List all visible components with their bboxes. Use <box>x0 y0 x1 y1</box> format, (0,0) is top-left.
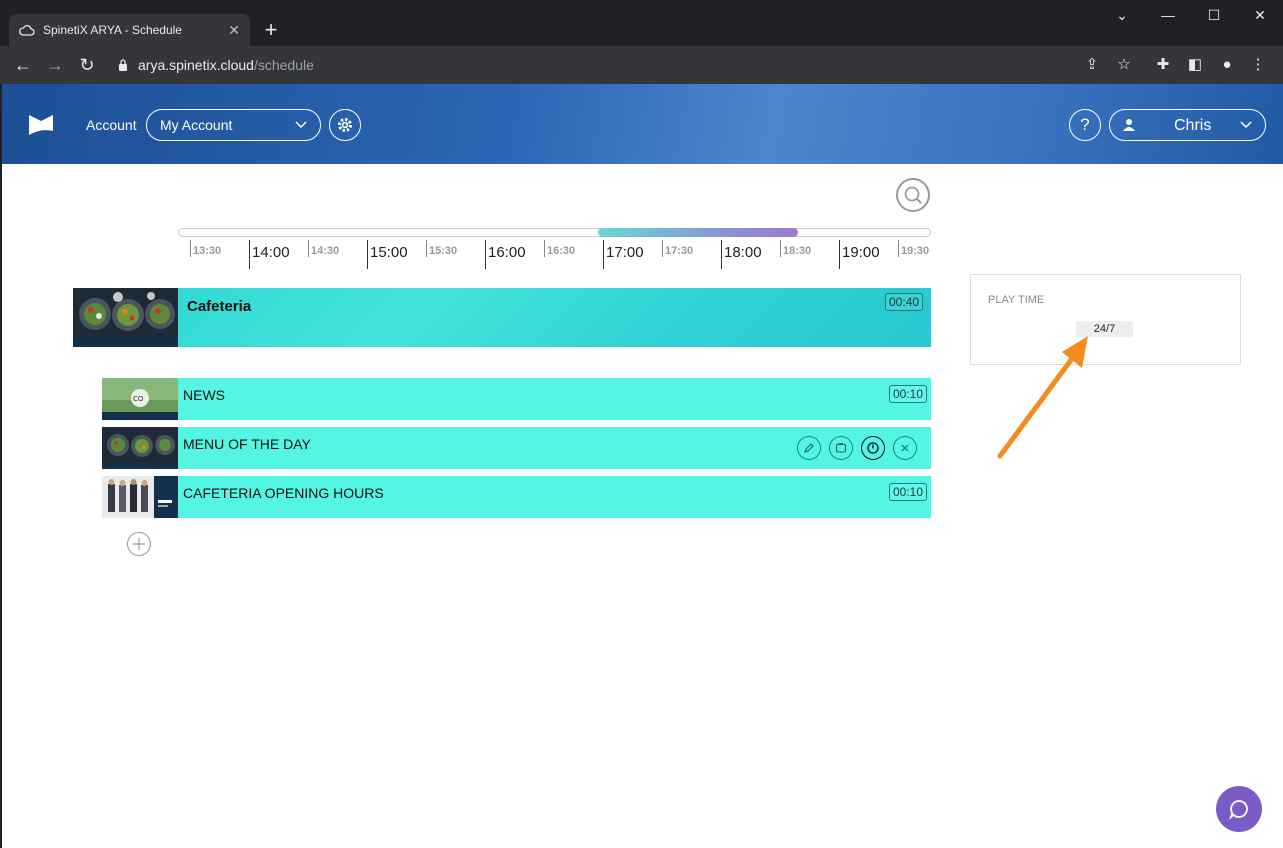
settings-button[interactable] <box>329 109 361 141</box>
tick-minor <box>662 240 663 257</box>
browser-tabbar: SpinetiX ARYA - Schedule ✕ + ⌄ — ☐ ✕ <box>0 0 1283 46</box>
side-panel-icon[interactable]: ◧ <box>1186 56 1204 74</box>
url-host: arya.spinetix.cloud <box>138 57 254 73</box>
item-duration: 00:10 <box>888 483 927 501</box>
duration-button[interactable] <box>861 436 885 460</box>
extensions-icon[interactable]: ✚ <box>1154 56 1172 74</box>
minimize-icon[interactable]: — <box>1145 0 1191 30</box>
item-actions <box>797 436 917 460</box>
tick-minor <box>190 240 191 257</box>
tab-search-icon[interactable]: ⌄ <box>1099 0 1145 30</box>
lock-icon <box>119 59 127 71</box>
search-icon <box>904 186 922 204</box>
tick-label: 14:00 <box>252 244 290 261</box>
play-time-label: PLAY TIME <box>988 294 1045 306</box>
zoom-search-button[interactable] <box>896 178 930 212</box>
tick-label: 17:30 <box>665 245 694 257</box>
tick-label: 16:00 <box>488 244 526 261</box>
menu-kebab-icon[interactable]: ⋮ <box>1249 56 1267 74</box>
tick-label: 17:00 <box>606 244 644 261</box>
tick-label: 19:00 <box>842 244 880 261</box>
chevron-down-icon <box>295 121 307 129</box>
close-icon <box>901 444 909 452</box>
playlist-thumbnail <box>73 288 178 347</box>
url-path: /schedule <box>253 57 314 73</box>
maximize-icon[interactable]: ☐ <box>1191 0 1237 30</box>
chat-button[interactable] <box>1216 786 1262 832</box>
pencil-icon <box>804 443 814 453</box>
arya-logo[interactable] <box>27 111 55 139</box>
tick-minor <box>544 240 545 257</box>
chevron-down-icon <box>1240 121 1252 129</box>
account-label: Account <box>86 117 137 133</box>
bookmark-star-icon[interactable]: ☆ <box>1115 56 1133 74</box>
edit-button[interactable] <box>797 436 821 460</box>
plus-icon <box>133 538 145 550</box>
schedule-main: 13:30 14:00 14:30 15:00 15:30 16:00 16:3… <box>2 164 1283 848</box>
tab-title: SpinetiX ARYA - Schedule <box>43 23 182 37</box>
address-bar[interactable]: arya.spinetix.cloud/schedule <box>108 51 1144 79</box>
help-button[interactable]: ? <box>1069 109 1101 141</box>
tick-minor <box>308 240 309 257</box>
list-item[interactable]: CAFETERIA OPENING HOURS 00:10 <box>102 476 931 518</box>
item-thumbnail <box>102 427 178 469</box>
tick-label: 15:30 <box>429 245 458 257</box>
app-header: Account My Account ? Chris <box>2 84 1283 164</box>
tick-label: 14:30 <box>311 245 340 257</box>
tab-close-icon[interactable]: ✕ <box>228 22 240 39</box>
timeline-scrollbar[interactable] <box>178 228 931 237</box>
item-title: MENU OF THE DAY <box>183 436 311 452</box>
close-window-icon[interactable]: ✕ <box>1237 0 1283 30</box>
annotation-arrow-icon <box>997 336 1088 459</box>
playlist-title: Cafeteria <box>187 298 252 315</box>
account-select[interactable]: My Account <box>146 109 321 141</box>
tick-major <box>839 240 840 269</box>
remove-button[interactable] <box>893 436 917 460</box>
replace-media-button[interactable] <box>829 436 853 460</box>
tick-minor <box>780 240 781 257</box>
item-title: NEWS <box>183 387 225 403</box>
item-title: CAFETERIA OPENING HOURS <box>183 485 384 501</box>
item-thumbnail: CO <box>102 378 178 420</box>
user-icon <box>1123 119 1135 131</box>
tick-minor <box>426 240 427 257</box>
svg-text:CO: CO <box>133 395 144 403</box>
tick-label: 18:00 <box>724 244 762 261</box>
tick-label: 13:30 <box>193 245 222 257</box>
user-name: Chris <box>1174 117 1212 134</box>
account-select-value: My Account <box>160 117 233 133</box>
profile-icon[interactable]: ● <box>1218 56 1236 74</box>
forward-icon[interactable]: → <box>44 54 66 76</box>
tick-major <box>367 240 368 269</box>
list-item[interactable]: MENU OF THE DAY <box>102 427 931 469</box>
chat-bubble-icon <box>1229 800 1248 820</box>
item-thumbnail <box>102 476 178 518</box>
tick-label: 18:30 <box>783 245 812 257</box>
user-menu[interactable]: Chris <box>1109 109 1266 141</box>
item-duration: 00:10 <box>888 385 927 403</box>
tick-label: 19:30 <box>901 245 930 257</box>
tick-major <box>485 240 486 269</box>
clock-icon <box>867 442 879 454</box>
tick-label: 15:00 <box>370 244 408 261</box>
share-icon[interactable]: ⇪ <box>1083 56 1101 74</box>
folder-icon <box>835 443 847 453</box>
timeline-range-handle[interactable] <box>598 228 798 237</box>
tick-major <box>249 240 250 269</box>
playlist-duration: 00:40 <box>884 293 923 311</box>
tick-label: 16:30 <box>547 245 576 257</box>
add-item-button[interactable] <box>127 532 151 556</box>
back-icon[interactable]: ← <box>12 54 34 76</box>
tick-major <box>603 240 604 269</box>
browser-toolbar: ← → ↻ arya.spinetix.cloud/schedule ⇪ ☆ ✚… <box>0 46 1283 84</box>
list-item[interactable]: CO NEWS 00:10 <box>102 378 931 420</box>
cloud-icon <box>19 25 35 36</box>
tick-major <box>721 240 722 269</box>
new-tab-icon[interactable]: + <box>259 19 283 43</box>
tick-minor <box>898 240 899 257</box>
browser-tab[interactable]: SpinetiX ARYA - Schedule ✕ <box>9 14 250 46</box>
reload-icon[interactable]: ↻ <box>76 54 98 76</box>
playlist-cafeteria[interactable]: Cafeteria 00:40 <box>73 288 931 347</box>
gear-icon <box>338 118 352 132</box>
